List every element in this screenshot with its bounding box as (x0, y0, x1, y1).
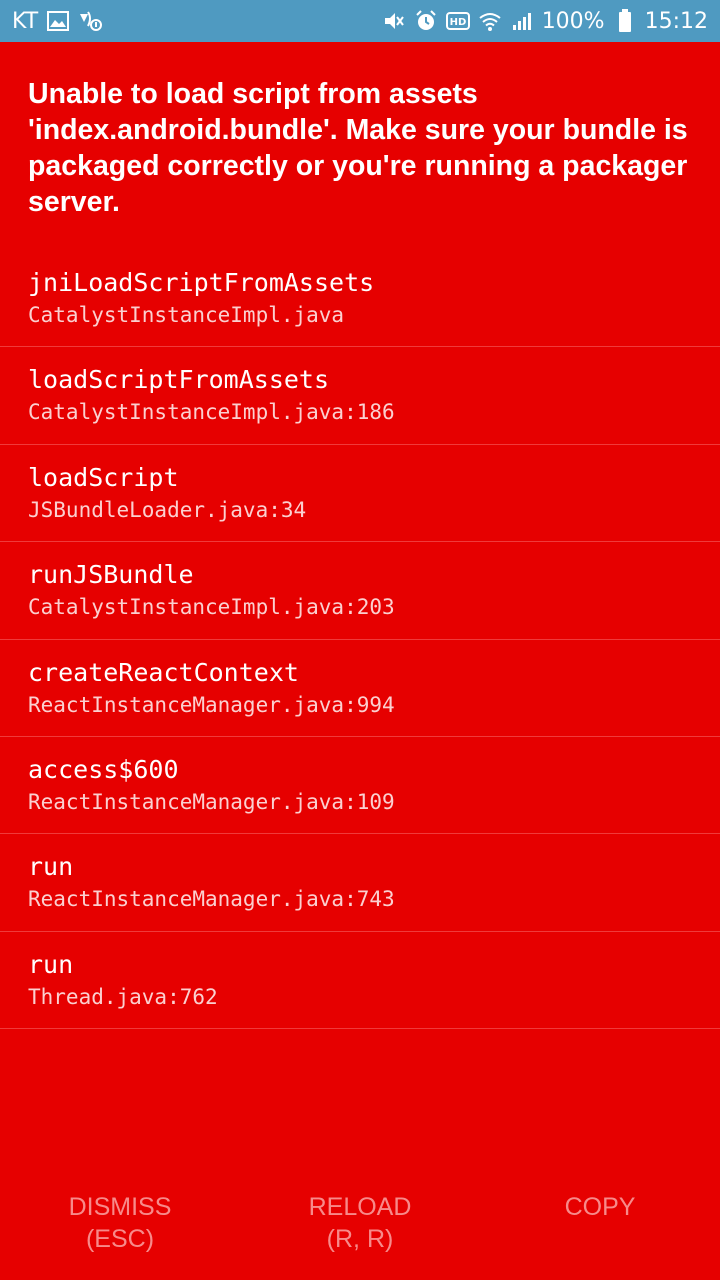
reload-button[interactable]: RELOAD (R, R) (240, 1190, 480, 1280)
frame-method: createReactContext (28, 657, 299, 687)
signal-icon (510, 9, 534, 33)
clock: 15:12 (644, 8, 708, 34)
frame-method: run (28, 852, 74, 882)
hd-icon: HD (445, 9, 470, 33)
frame-method: run (28, 949, 74, 979)
frame-file: CatalystInstanceImpl.java:186 (28, 400, 395, 425)
redbox-error-screen: Unable to load script from assets 'index… (0, 42, 720, 1280)
dismiss-button-shortcut: (ESC) (85, 1225, 155, 1253)
wifi-call-icon (78, 9, 103, 33)
frame-file: JSBundleLoader.java:34 (28, 497, 307, 522)
reload-button-label: RELOAD (308, 1193, 412, 1221)
frame-file: CatalystInstanceImpl.java:203 (28, 595, 395, 620)
dismiss-button[interactable]: DISMISS (ESC) (0, 1190, 240, 1280)
frame-file: CatalystInstanceImpl.java (28, 303, 345, 327)
frame-method: jniLoadScriptFromAssets (28, 268, 375, 297)
dismiss-button-label: DISMISS (68, 1193, 172, 1221)
battery-percent: 100% (541, 8, 605, 34)
gallery-icon (46, 9, 70, 33)
alarm-icon (414, 9, 438, 33)
frame-file: Thread.java:762 (28, 984, 218, 1009)
status-bar: KT HD 100% 15:12 (0, 0, 720, 42)
stack-frame[interactable]: run Thread.java:762 (0, 932, 720, 1030)
frame-file: ReactInstanceManager.java:109 (28, 789, 395, 814)
battery-icon (613, 9, 637, 33)
stack-frame[interactable]: access$600 ReactInstanceManager.java:109 (0, 737, 720, 835)
error-message: Unable to load script from assets 'index… (28, 78, 688, 218)
reload-button-shortcut: (R, R) (326, 1225, 394, 1253)
copy-button[interactable]: COPY (480, 1190, 720, 1280)
mute-icon (382, 9, 406, 33)
svg-text:HD: HD (449, 17, 466, 28)
frame-method: access$600 (28, 754, 179, 784)
copy-button-label: COPY (564, 1193, 636, 1221)
status-bar-right: HD 100% 15:12 (382, 9, 708, 34)
status-bar-left: KT (12, 8, 103, 34)
action-button-bar: DISMISS (ESC) RELOAD (R, R) COPY (0, 1190, 720, 1280)
frame-method: runJSBundle (28, 560, 194, 590)
stack-frame[interactable]: loadScript JSBundleLoader.java:34 (0, 445, 720, 543)
carrier-label: KT (12, 8, 39, 34)
stack-frame[interactable]: jniLoadScriptFromAssets CatalystInstance… (0, 250, 720, 348)
stack-frame[interactable]: run ReactInstanceManager.java:743 (0, 834, 720, 932)
stack-frame[interactable]: runJSBundle CatalystInstanceImpl.java:20… (0, 542, 720, 640)
wifi-icon (478, 9, 502, 33)
frame-method: loadScriptFromAssets (28, 365, 330, 395)
stack-frame[interactable]: createReactContext ReactInstanceManager.… (0, 640, 720, 737)
frame-method: loadScript (28, 462, 179, 492)
stack-trace-list: jniLoadScriptFromAssets CatalystInstance… (0, 250, 720, 1030)
frame-file: ReactInstanceManager.java:743 (28, 887, 395, 912)
frame-file: ReactInstanceManager.java:994 (28, 692, 395, 717)
stack-frame[interactable]: loadScriptFromAssets CatalystInstanceImp… (0, 347, 720, 445)
